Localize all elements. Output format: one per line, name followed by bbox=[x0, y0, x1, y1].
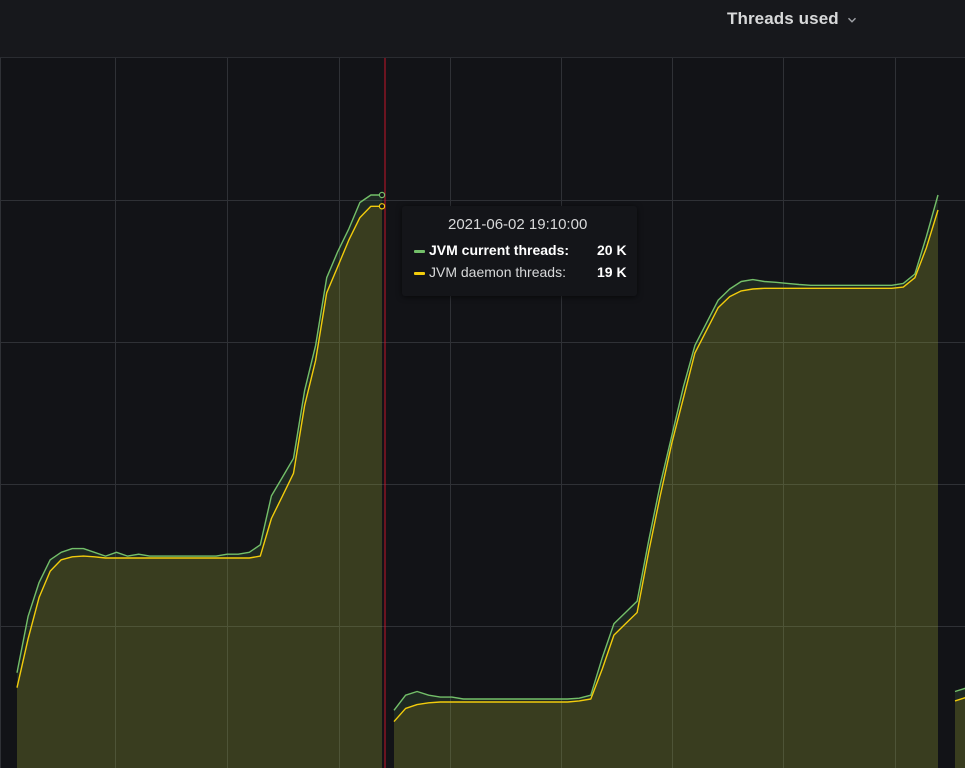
panel-title-menu[interactable]: Threads used bbox=[727, 9, 857, 29]
series-color-swatch bbox=[414, 272, 425, 275]
hover-point bbox=[378, 203, 386, 210]
tooltip-row-current: JVM current threads: 20 K bbox=[412, 242, 632, 260]
tooltip-series-value: 19 K bbox=[597, 264, 627, 280]
series-area-fill bbox=[955, 697, 965, 768]
tooltip-time: 2021-06-02 19:10:00 bbox=[448, 216, 588, 233]
tooltip-row-daemon: JVM daemon threads: 19 K bbox=[412, 264, 632, 282]
tooltip-series-name: JVM daemon threads: bbox=[429, 264, 566, 280]
tooltip-series-value: 20 K bbox=[597, 242, 627, 258]
panel-header: Threads used bbox=[0, 0, 965, 58]
series-color-swatch bbox=[414, 250, 425, 253]
panel-title: Threads used bbox=[727, 9, 839, 28]
hover-point bbox=[378, 191, 386, 199]
hover-tooltip: 2021-06-02 19:10:00 JVM current threads:… bbox=[402, 206, 637, 296]
time-series-plot[interactable] bbox=[0, 58, 965, 768]
tooltip-series-name: JVM current threads: bbox=[429, 242, 570, 258]
chevron-down-icon bbox=[847, 17, 856, 23]
